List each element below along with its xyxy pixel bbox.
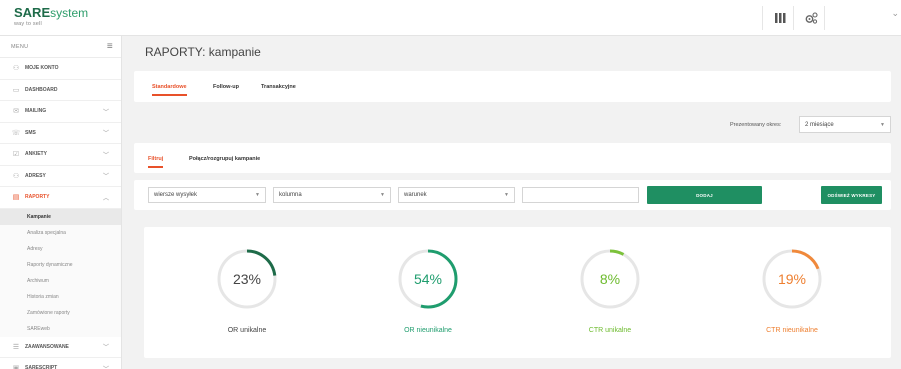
column-select-value: kolumna — [279, 192, 302, 198]
chevron-down-icon[interactable]: ⌄ — [891, 8, 899, 19]
sidebar-item-ankiety[interactable]: ☑ ANKIETY ﹀ — [0, 144, 121, 166]
sidebar-item-label: ZAAWANSOWANE — [25, 343, 69, 350]
tab-follow-up[interactable]: Follow-up — [213, 71, 239, 102]
tab-transakcyjne[interactable]: Transakcyjne — [261, 71, 296, 102]
sidebar-item-label: DASHBOARD — [25, 86, 58, 93]
sidebar-item-label: ANKIETY — [25, 151, 47, 158]
filter-value-input[interactable] — [522, 187, 639, 203]
brand-tagline: way to sell — [14, 21, 42, 27]
user-icon: ⚇ — [12, 65, 20, 73]
menu-header: MENU ≡ — [0, 36, 121, 58]
sidebar-subitem[interactable]: SAREweb — [0, 320, 121, 337]
sidebar-item-sarescript[interactable]: ▣ SARESCRIPT ﹀ — [0, 358, 121, 369]
sidebar-subitem[interactable]: Analiza specjalna — [0, 224, 121, 241]
rows-select-value: wiersze wysyłek — [154, 192, 198, 198]
donut-chart: 54% — [398, 249, 458, 309]
sidebar-item-label: MAILING — [25, 108, 47, 115]
checklist-icon: ☑ — [12, 151, 20, 159]
brand-logo[interactable]: SAREsystem way to sell — [14, 5, 88, 28]
donut-percent: 8% — [600, 271, 620, 287]
donut-percent: 54% — [414, 271, 442, 287]
refresh-charts-button[interactable]: ODŚWIEŻ WYKRESY — [821, 186, 882, 204]
report-type-tabs: Standardowe Follow-up Transakcyjne — [134, 71, 891, 102]
sidebar: MENU ≡ ⚇ MOJE KONTO ▭ DASHBOARD ✉ MAILING ﹀ ☏ SM… — [0, 36, 122, 369]
sidebar-item-moje konto[interactable]: ⚇ MOJE KONTO — [0, 58, 121, 80]
sidebar-item-label: SARESCRIPT — [25, 365, 58, 369]
sidebar-subitem[interactable]: Archiwum — [0, 272, 121, 289]
report-icon: ▤ — [12, 194, 20, 202]
condition-select[interactable]: warunek ▼ — [398, 187, 515, 203]
sidebar-subitem[interactable]: Raporty dynamiczne — [0, 256, 121, 273]
sidebar-item-label: RAPORTY — [25, 194, 50, 201]
stats-panel: 23% OR unikalne 54% OR nieunikalne 8% CTR uni… — [144, 227, 891, 358]
tab-polacz-rozgrupuj[interactable]: Połącz/rozgrupuj kampanie — [189, 143, 260, 174]
top-divider — [824, 6, 825, 30]
sidebar-subitem[interactable]: Kampanie — [0, 208, 121, 225]
caret-down-icon: ▼ — [504, 192, 509, 198]
donut-percent: 23% — [233, 271, 261, 287]
donut-chart: 19% — [762, 249, 822, 309]
filter-tabs: Filtruj Połącz/rozgrupuj kampanie — [134, 143, 891, 173]
tab-filtruj[interactable]: Filtruj — [148, 143, 164, 174]
monitor-icon: ▭ — [12, 86, 20, 94]
list-icon: ☰ — [12, 343, 20, 351]
donut-chart: 23% — [217, 249, 277, 309]
page-title: RAPORTY: kampanie — [145, 45, 261, 59]
menu-label: MENU — [11, 43, 29, 50]
sidebar-item-dashboard[interactable]: ▭ DASHBOARD — [0, 80, 121, 101]
top-divider — [762, 6, 763, 30]
chevron-down-icon: ﹀ — [102, 174, 109, 181]
top-bar: SAREsystem way to sell ⌄ — [0, 0, 901, 36]
caret-down-icon: ▼ — [255, 192, 260, 198]
rows-select[interactable]: wiersze wysyłek ▼ — [148, 187, 266, 203]
donut-chart: 8% — [580, 249, 640, 309]
chevron-up-icon: ︿ — [102, 195, 109, 202]
condition-select-value: warunek — [404, 192, 427, 198]
phone-icon: ☏ — [11, 129, 21, 137]
code-icon: ▣ — [12, 365, 20, 369]
hamburger-icon[interactable]: ≡ — [107, 41, 113, 52]
period-label: Prezentowany okres: — [730, 122, 782, 128]
chevron-down-icon: ﹀ — [102, 109, 109, 116]
caret-down-icon: ▼ — [380, 192, 385, 198]
period-select[interactable]: 2 miesiące ▼ — [799, 116, 891, 133]
envelope-icon: ✉ — [13, 108, 19, 116]
chevron-down-icon: ﹀ — [103, 364, 109, 369]
donut-label: OR unikalne — [227, 327, 267, 334]
chevron-down-icon: ﹀ — [102, 131, 109, 138]
sidebar-item-label: ADRESY — [25, 172, 46, 179]
sidebar-subitem[interactable]: Zamówione raporty — [0, 304, 121, 321]
columns-icon[interactable] — [766, 0, 794, 36]
caret-down-icon: ▼ — [880, 121, 885, 128]
brand-name-bold: SARE — [14, 5, 51, 20]
sidebar-item-sms[interactable]: ☏ SMS ﹀ — [0, 123, 121, 144]
donut-label: CTR nieunikalne — [766, 327, 818, 334]
sidebar-subitem[interactable]: Adresy — [0, 240, 121, 257]
chevron-down-icon: ﹀ — [102, 152, 109, 159]
column-select[interactable]: kolumna ▼ — [273, 187, 391, 203]
gears-icon[interactable] — [797, 0, 825, 36]
chevron-down-icon: ﹀ — [102, 345, 109, 352]
sidebar-item-zaawansowane[interactable]: ☰ ZAAWANSOWANE ﹀ — [0, 337, 121, 358]
brand-name-light: system — [50, 6, 89, 20]
donut-label: CTR unikalne — [588, 327, 632, 334]
donut-percent: 19% — [778, 271, 806, 287]
period-select-value: 2 miesiące — [805, 121, 834, 128]
sidebar-item-mailing[interactable]: ✉ MAILING ﹀ — [0, 101, 121, 123]
sidebar-item-label: MOJE KONTO — [25, 65, 59, 72]
donut-label: OR nieunikalne — [404, 327, 452, 334]
sidebar-item-label: SMS — [25, 129, 36, 136]
user-icon: ⚇ — [12, 172, 20, 180]
tab-standardowe[interactable]: Standardowe — [152, 71, 187, 102]
sidebar-subitem[interactable]: Historia zmian — [0, 288, 121, 305]
add-filter-button[interactable]: DODAJ — [647, 186, 762, 204]
top-divider — [793, 6, 794, 30]
sidebar-item-adresy[interactable]: ⚇ ADRESY ﹀ — [0, 166, 121, 187]
sidebar-item-raporty[interactable]: ▤ RAPORTY ︿ — [0, 187, 121, 209]
